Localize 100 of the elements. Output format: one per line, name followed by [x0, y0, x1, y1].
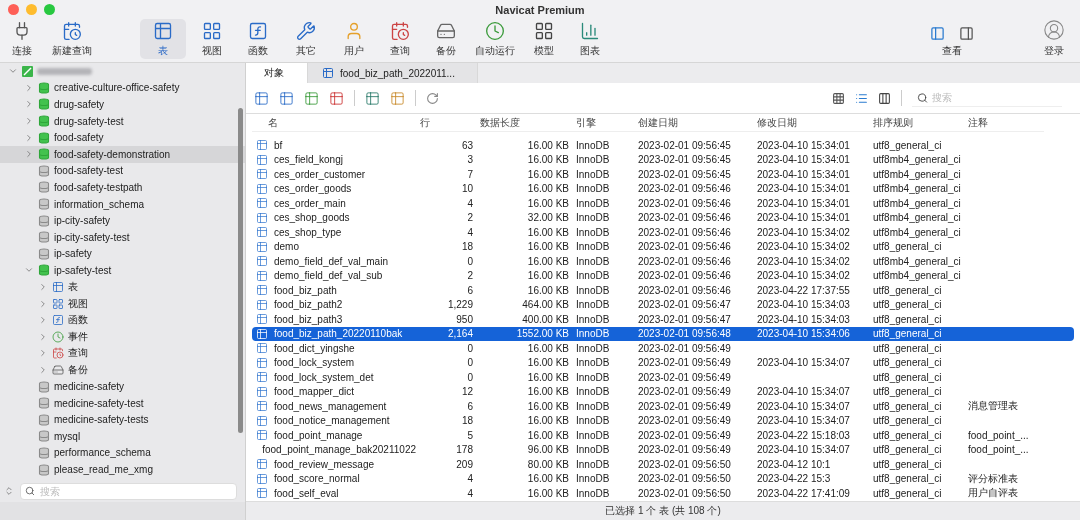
database-item[interactable]: information_schema — [0, 195, 245, 213]
table-row[interactable]: food_biz_path_20220110bak 2,164 1552.00 KB InnoDB 2023-02-01 09:56:48 2023-04-10 15:34:06 utf8_general_ci — [252, 326, 1074, 341]
new-table-icon[interactable] — [304, 90, 319, 106]
search-field[interactable]: 搜索 — [912, 89, 1062, 106]
detail-view-icon[interactable] — [878, 91, 891, 105]
table-row[interactable]: food_review_message 209 80.00 KB InnoDB 2023-02-01 09:56:50 2023-04-12 10:1 utf8_general_ci — [252, 457, 1074, 472]
chevron-icon[interactable] — [38, 365, 48, 375]
database-item[interactable]: medicine-safety — [0, 378, 245, 395]
column-header[interactable]: 名 — [252, 114, 416, 132]
table-row[interactable]: ces_field_kongj 3 16.00 KB InnoDB 2023-02-01 09:56:45 2023-04-10 15:34:01 utf8mb4_general_ci — [252, 152, 1074, 167]
toolbar-button[interactable]: 连接 — [4, 19, 40, 59]
view-button[interactable]: 查看 — [922, 19, 982, 59]
minimize-button[interactable] — [26, 4, 37, 15]
database-item[interactable]: performance_schema — [0, 444, 245, 462]
tab[interactable]: food_biz_path_2022011... — [308, 63, 478, 83]
category-item[interactable]: 视图 — [0, 295, 245, 312]
toolbar-button[interactable]: 表 — [140, 19, 186, 59]
login-button[interactable]: 登录 — [1034, 19, 1074, 59]
table-row[interactable]: food_news_management 6 16.00 KB InnoDB 2023-02-01 09:56:49 2023-04-10 15:34:07 utf8_general_ci 消息管理表 — [252, 399, 1074, 414]
database-item[interactable]: ip-city-safety — [0, 212, 245, 229]
table-row[interactable]: ces_shop_goods 2 32.00 KB InnoDB 2023-02-01 09:56:46 2023-04-10 15:34:01 utf8mb4_general_ci — [252, 210, 1074, 225]
toolbar-button[interactable]: 用户 — [334, 19, 374, 59]
delete-table-icon[interactable] — [329, 90, 344, 106]
table-row[interactable]: food_biz_path3 950 400.00 KB InnoDB 2023-02-01 09:56:47 2023-04-10 15:34:03 utf8_general_ci — [252, 312, 1074, 327]
database-item[interactable]: creative-culture-office-safety — [0, 79, 245, 97]
import-icon[interactable] — [365, 90, 380, 106]
database-item[interactable]: food-safety-test — [0, 162, 245, 180]
table-row[interactable]: food_lock_system_det 0 16.00 KB InnoDB 2023-02-01 09:56:49 utf8_general_ci — [252, 370, 1074, 385]
category-item[interactable]: 事件 — [0, 328, 245, 346]
table-row[interactable]: demo_field_def_val_sub 2 16.00 KB InnoDB 2023-02-01 09:56:46 2023-04-10 15:34:02 utf8mb4_general_ci — [252, 268, 1074, 283]
toolbar-button[interactable]: 图表 — [570, 19, 610, 59]
column-header[interactable]: 引擎 — [572, 114, 634, 132]
refresh-icon[interactable] — [426, 91, 439, 105]
column-header[interactable]: 数据长度 — [476, 114, 572, 132]
scrollbar[interactable] — [238, 108, 243, 433]
database-item[interactable]: ip-safety — [0, 245, 245, 263]
category-item[interactable]: 查询 — [0, 345, 245, 362]
list-view-icon[interactable] — [855, 91, 868, 105]
column-header[interactable]: 修改日期 — [753, 114, 869, 132]
tab[interactable]: 对象 — [246, 63, 308, 83]
database-item[interactable]: mysql — [0, 428, 245, 445]
chevron-icon[interactable] — [38, 348, 48, 359]
database-item[interactable]: food-safety — [0, 129, 245, 146]
table-row[interactable]: food_self_eval 4 16.00 KB InnoDB 2023-02-01 09:56:50 2023-04-22 17:41:09 utf8_general_ci 用户自评表 — [252, 486, 1074, 501]
category-item[interactable]: 函数 — [0, 311, 245, 329]
chevron-icon[interactable] — [38, 315, 48, 326]
column-header[interactable]: 行 — [416, 114, 476, 132]
chevron-icon[interactable] — [24, 149, 34, 160]
zoom-button[interactable] — [44, 4, 55, 15]
grid-view-icon[interactable] — [832, 91, 845, 105]
table-row[interactable]: food_biz_path2 1,229 464.00 KB InnoDB 2023-02-01 09:56:47 2023-04-10 15:34:03 utf8_general_ci — [252, 297, 1074, 312]
close-button[interactable] — [8, 4, 19, 15]
toolbar-button[interactable]: 函数 — [238, 19, 278, 59]
database-item[interactable]: ip-city-safety-test — [0, 228, 245, 246]
database-item[interactable]: medicine-safety-tests — [0, 411, 245, 429]
toolbar-button[interactable]: 备份 — [426, 19, 466, 59]
table-row[interactable]: bf 63 16.00 KB InnoDB 2023-02-01 09:56:45 2023-04-10 15:34:01 utf8_general_ci — [252, 138, 1074, 153]
database-item[interactable]: drug-safety-test — [0, 112, 245, 130]
category-item[interactable]: 备份 — [0, 361, 245, 379]
toolbar-button[interactable]: 模型 — [524, 19, 564, 59]
chevron-icon[interactable] — [38, 331, 48, 342]
table-row[interactable]: food_notice_management 18 16.00 KB InnoDB 2023-02-01 09:56:49 2023-04-10 15:34:07 utf8_general_ci — [252, 413, 1074, 428]
table-row[interactable]: food_biz_path 6 16.00 KB InnoDB 2023-02-01 09:56:46 2023-04-22 17:37:55 utf8_general_ci — [252, 283, 1074, 298]
database-item[interactable]: medicine-safety-test — [0, 394, 245, 412]
chevron-icon[interactable] — [38, 298, 48, 309]
category-item[interactable]: 表 — [0, 278, 245, 296]
table-row[interactable]: ces_order_customer 7 16.00 KB InnoDB 2023-02-01 09:56:45 2023-04-10 15:34:01 utf8mb4_general_ci — [252, 167, 1074, 182]
toolbar-button[interactable]: 新建查询 — [46, 19, 98, 59]
database-item[interactable]: please_read_me_xmg — [0, 461, 245, 478]
table-row[interactable]: food_lock_system 0 16.00 KB InnoDB 2023-02-01 09:56:49 2023-04-10 15:34:07 utf8_general_ci — [252, 355, 1074, 370]
table-row[interactable]: demo 18 16.00 KB InnoDB 2023-02-01 09:56:46 2023-04-10 15:34:02 utf8_general_ci — [252, 239, 1074, 254]
table-row[interactable]: ces_order_main 4 16.00 KB InnoDB 2023-02-01 09:56:46 2023-04-10 15:34:01 utf8mb4_general_ci — [252, 196, 1074, 211]
database-item[interactable]: drug-safety — [0, 96, 245, 113]
sort-icon[interactable] — [4, 486, 14, 496]
table-row[interactable]: food_score_normal 4 16.00 KB InnoDB 2023-02-01 09:56:50 2023-04-22 15:3 utf8_general_ci 评分标准表 — [252, 471, 1074, 486]
column-header[interactable]: 注释 — [964, 114, 1044, 132]
chevron-icon[interactable] — [38, 282, 48, 292]
toolbar-button[interactable]: 视图 — [192, 19, 232, 59]
export-icon[interactable] — [390, 90, 405, 106]
database-item[interactable]: food-safety-demonstration — [0, 145, 245, 163]
column-header[interactable]: 创建日期 — [634, 114, 753, 132]
table-row[interactable]: ces_order_goods 10 16.00 KB InnoDB 2023-02-01 09:56:46 2023-04-10 15:34:01 utf8mb4_general_ci — [252, 181, 1074, 196]
toolbar-button[interactable]: 自动运行 — [472, 19, 518, 59]
table-row[interactable]: food_dict_yingshe 0 16.00 KB InnoDB 2023-02-01 09:56:49 utf8_general_ci — [252, 341, 1074, 356]
chevron-icon[interactable] — [24, 82, 34, 93]
toolbar-button[interactable]: 查询 — [380, 19, 420, 59]
search-field[interactable]: 搜索 — [20, 482, 237, 500]
database-item[interactable]: ip-safety-test — [0, 262, 245, 279]
table-row[interactable]: demo_field_def_val_main 0 16.00 KB InnoDB 2023-02-01 09:56:46 2023-04-10 15:34:02 utf8mb4_general_ci — [252, 254, 1074, 269]
table-row[interactable]: food_point_manage 5 16.00 KB InnoDB 2023-02-01 09:56:49 2023-04-22 15:18:03 utf8_general_ci food_point_... — [252, 428, 1074, 443]
toolbar-button[interactable]: 其它 — [284, 19, 328, 59]
table-row[interactable]: food_mapper_dict 12 16.00 KB InnoDB 2023-02-01 09:56:49 2023-04-10 15:34:07 utf8_general_ci — [252, 384, 1074, 399]
chevron-icon[interactable] — [24, 116, 34, 127]
open-table-icon[interactable] — [254, 90, 269, 106]
table-row[interactable]: food_point_manage_bak20211022 178 96.00 KB InnoDB 2023-02-01 09:56:49 2023-04-10 15:34:07 utf8_general_ci food_point_... — [252, 442, 1074, 457]
column-header[interactable]: 排序规则 — [869, 114, 964, 132]
design-table-icon[interactable] — [279, 90, 294, 106]
chevron-icon[interactable] — [24, 99, 34, 110]
table-row[interactable]: ces_shop_type 4 16.00 KB InnoDB 2023-02-01 09:56:46 2023-04-10 15:34:02 utf8mb4_general_ci — [252, 225, 1074, 240]
chevron-icon[interactable] — [24, 132, 34, 143]
